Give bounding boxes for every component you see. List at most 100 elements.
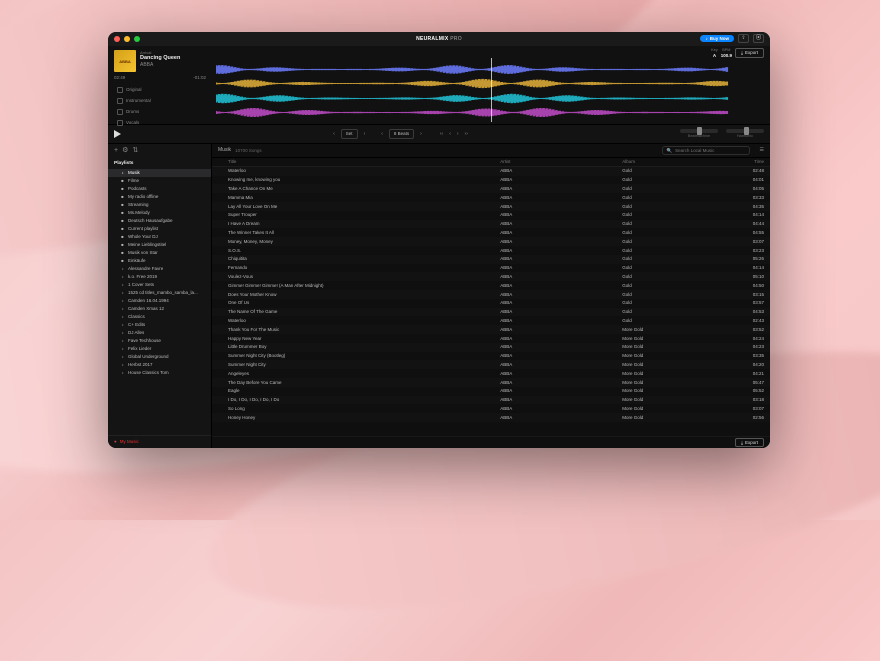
sidebar-item[interactable]: ♪Classics bbox=[108, 313, 211, 321]
col-time[interactable]: Time bbox=[732, 159, 764, 165]
table-row[interactable]: So LongABBAMore Gold03:07 bbox=[212, 404, 770, 413]
buy-now-button[interactable]: ♪ Buy Now bbox=[700, 35, 734, 43]
sidebar-item[interactable]: ♪Felix Lieder bbox=[108, 345, 211, 353]
sidebar-item[interactable]: ♪Global Underground bbox=[108, 353, 211, 361]
sidebar-item[interactable]: ■Whole Your DJ bbox=[108, 233, 211, 241]
bpm-value: 100.9 bbox=[721, 53, 732, 59]
table-row[interactable]: Summer Night City (Bootleg)ABBAMore Gold… bbox=[212, 352, 770, 361]
minimize-window-icon[interactable] bbox=[124, 36, 130, 42]
sidebar-item[interactable]: ■My radio offline bbox=[108, 193, 211, 201]
sidebar-item[interactable]: ♪Musik bbox=[108, 169, 211, 177]
sidebar-item[interactable]: ♪DJ Alles bbox=[108, 329, 211, 337]
table-row[interactable]: The Day Before You CameABBAMore Gold05:4… bbox=[212, 378, 770, 387]
stem-vocals[interactable]: Vocals bbox=[114, 118, 206, 129]
sidebar-item[interactable]: ♪Camden Xmas 12 bbox=[108, 305, 211, 313]
library-export-button[interactable]: ⤓ Export bbox=[735, 438, 764, 448]
waveform-instrumental[interactable] bbox=[216, 78, 730, 89]
waveform-original[interactable] bbox=[216, 64, 730, 75]
table-row[interactable]: EagleABBAMore Gold05:52 bbox=[212, 387, 770, 396]
breadcrumb[interactable]: Musik bbox=[218, 147, 231, 153]
share-button[interactable]: ⇪ bbox=[738, 34, 749, 43]
sidebar-item[interactable]: ♪Camden 16.04.1994 bbox=[108, 297, 211, 305]
fullscreen-window-icon[interactable] bbox=[134, 36, 140, 42]
table-row[interactable]: Does Your Mother KnowABBAGold03:15 bbox=[212, 290, 770, 299]
table-row[interactable]: FernandoABBAGold04:14 bbox=[212, 264, 770, 273]
table-row[interactable]: Super TrouperABBAGold04:14 bbox=[212, 211, 770, 220]
col-title[interactable]: Title bbox=[228, 159, 500, 165]
sidebar-item[interactable]: ■Current playlist bbox=[108, 225, 211, 233]
table-row[interactable]: Knowing me, knowing youABBAGold04:01 bbox=[212, 176, 770, 185]
sidebar-item[interactable]: ■Meine Lieblingstitel bbox=[108, 241, 211, 249]
table-row[interactable]: WaterlooABBAGold02:48 bbox=[212, 167, 770, 176]
sidebar-my-music[interactable]: ● My Music bbox=[108, 435, 211, 448]
col-album[interactable]: Album bbox=[622, 159, 732, 165]
table-row[interactable]: ChiquititaABBAGold05:26 bbox=[212, 255, 770, 264]
playlist-settings-icon[interactable]: ⚙ bbox=[122, 147, 128, 156]
deck-cover-art[interactable]: ABBA bbox=[114, 50, 136, 72]
stem-drums[interactable]: Drums bbox=[114, 107, 206, 118]
sidebar-item[interactable]: ■Filme bbox=[108, 177, 211, 185]
settings-button[interactable]: ⦿ bbox=[753, 34, 764, 43]
stem-original[interactable]: Original bbox=[114, 85, 206, 96]
table-row[interactable]: Honey HoneyABBAMore Gold02:56 bbox=[212, 413, 770, 422]
sidebar-item[interactable]: ♪House Classics Tom bbox=[108, 369, 211, 377]
playhead[interactable] bbox=[491, 58, 492, 122]
sidebar-item[interactable]: ♪C+ Edits bbox=[108, 321, 211, 329]
playlist-icon: ♪ bbox=[120, 282, 125, 287]
stem-instrumental[interactable]: Instrumental bbox=[114, 96, 206, 107]
table-row[interactable]: The Name Of The GameABBAGold04:53 bbox=[212, 308, 770, 317]
table-row[interactable]: Summer Night CityABBAMore Gold04:20 bbox=[212, 360, 770, 369]
table-row[interactable]: Mamma MiaABBAGold03:33 bbox=[212, 193, 770, 202]
table-row[interactable]: Take A Chance On MeABBAGold04:05 bbox=[212, 184, 770, 193]
set-label[interactable]: Set bbox=[341, 129, 358, 139]
nav-next-bar[interactable]: ›› bbox=[465, 131, 468, 137]
nav-next-beat[interactable]: › bbox=[457, 131, 459, 137]
harmonic-fader[interactable] bbox=[726, 129, 764, 133]
table-row[interactable]: Money, Money, MoneyABBAGold03:07 bbox=[212, 237, 770, 246]
col-artist[interactable]: Artist bbox=[500, 159, 622, 165]
list-view-icon[interactable]: ☰ bbox=[760, 147, 764, 153]
sidebar-item[interactable]: ■Streaming bbox=[108, 201, 211, 209]
playlist-icon: ♪ bbox=[120, 338, 125, 343]
sidebar-item[interactable]: ♪Fave Techhouse bbox=[108, 337, 211, 345]
sidebar-item[interactable]: ♪Alessandre Favre bbox=[108, 265, 211, 273]
sidebar-item[interactable]: ♪1525 cd titles_mambo_samba_la... bbox=[108, 289, 211, 297]
sidebar-item[interactable]: ♪k.o. Free 2019 bbox=[108, 273, 211, 281]
table-row[interactable]: Happy New YearABBAMore Gold04:24 bbox=[212, 334, 770, 343]
beatmachine-fader[interactable] bbox=[680, 129, 718, 133]
table-row[interactable]: I Have A DreamABBAGold04:44 bbox=[212, 220, 770, 229]
playlist-icon: ♪ bbox=[120, 322, 125, 327]
table-row[interactable]: One Of UsABBAGold03:57 bbox=[212, 299, 770, 308]
table-row[interactable]: I Do, I Do, I Do, I Do, I DoABBAMore Gol… bbox=[212, 396, 770, 405]
playlist-icon: ■ bbox=[120, 258, 125, 263]
waveform-drums[interactable] bbox=[216, 93, 730, 104]
nav-prev-beat[interactable]: ‹ bbox=[449, 131, 451, 137]
table-row[interactable]: The Winner Takes It AllABBAGold04:55 bbox=[212, 228, 770, 237]
table-row[interactable]: Little Drummer BoyABBAMore Gold04:23 bbox=[212, 343, 770, 352]
playlist-sort-icon[interactable]: ⇅ bbox=[132, 147, 138, 156]
key-value: A bbox=[713, 53, 716, 59]
sidebar-item[interactable]: ♪1 Cover Sets bbox=[108, 281, 211, 289]
table-row[interactable]: Lay All Your Love On MeABBAGold04:35 bbox=[212, 202, 770, 211]
sidebar-item[interactable]: ■Einkäufe bbox=[108, 257, 211, 265]
add-playlist-icon[interactable]: + bbox=[114, 147, 118, 156]
close-window-icon[interactable] bbox=[114, 36, 120, 42]
waveform-vocals[interactable] bbox=[216, 107, 730, 118]
table-row[interactable]: Thank You For The MusicABBAMore Gold03:5… bbox=[212, 325, 770, 334]
nav-prev-bar[interactable]: ‹‹ bbox=[440, 131, 443, 137]
search-input[interactable]: 🔍 bbox=[662, 146, 750, 156]
export-button[interactable]: ⤓ Export bbox=[735, 48, 764, 58]
table-row[interactable]: S.O.S.ABBAGold03:23 bbox=[212, 246, 770, 255]
sidebar-item[interactable]: ♪Herbst 2017 bbox=[108, 361, 211, 369]
table-row[interactable]: AngeleyesABBAMore Gold04:21 bbox=[212, 369, 770, 378]
sidebar-item[interactable]: ■Podcasts bbox=[108, 185, 211, 193]
beats-selector[interactable]: 8 Beats bbox=[389, 129, 414, 139]
table-row[interactable]: Voulez-VousABBAGold05:10 bbox=[212, 272, 770, 281]
table-row[interactable]: WaterlooABBAGold02:43 bbox=[212, 316, 770, 325]
play-button[interactable] bbox=[114, 130, 121, 138]
table-row[interactable]: Gimme! Gimme! Gimme! (A Man After Midnig… bbox=[212, 281, 770, 290]
playlist-icon: ■ bbox=[120, 226, 125, 231]
sidebar-item[interactable]: ■Deutsch Hausaufgabe bbox=[108, 217, 211, 225]
sidebar-item[interactable]: ■Ms.Melody bbox=[108, 209, 211, 217]
sidebar-item[interactable]: ■Musik von Star bbox=[108, 249, 211, 257]
